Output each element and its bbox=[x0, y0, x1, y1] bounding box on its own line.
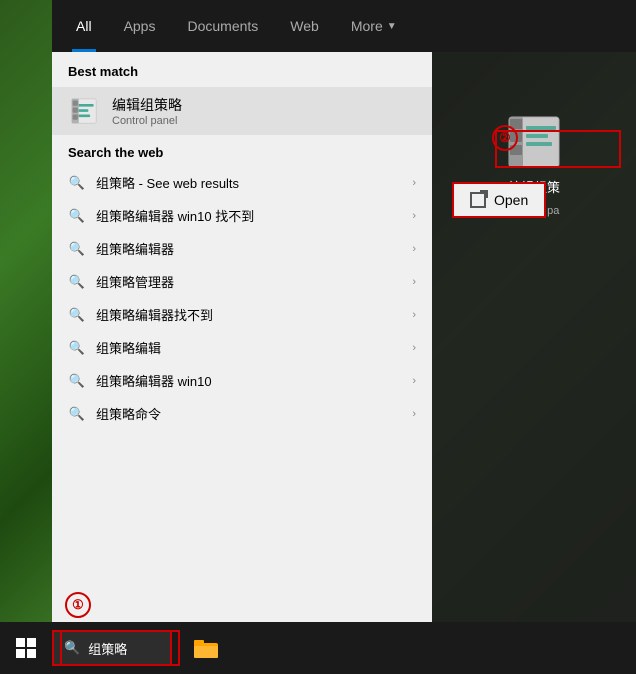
tab-all[interactable]: All bbox=[72, 0, 96, 52]
search-result-text: 组策略编辑器找不到 bbox=[96, 305, 402, 324]
search-result-item[interactable]: 🔍 组策略编辑 › bbox=[52, 331, 432, 364]
search-icon: 🔍 bbox=[68, 405, 86, 423]
search-result-item[interactable]: 🔍 组策略编辑器找不到 › bbox=[52, 298, 432, 331]
best-match-title: Best match bbox=[52, 52, 432, 87]
search-result-text: 组策略命令 bbox=[96, 404, 402, 423]
folder-icon bbox=[193, 637, 219, 659]
tab-apps[interactable]: Apps bbox=[120, 0, 160, 52]
search-icon: 🔍 bbox=[68, 372, 86, 390]
search-icon: 🔍 bbox=[68, 240, 86, 258]
search-result-item[interactable]: 🔍 组策略管理器 › bbox=[52, 265, 432, 298]
search-result-item[interactable]: 🔍 组策略编辑器 › bbox=[52, 232, 432, 265]
search-icon: 🔍 bbox=[68, 207, 86, 225]
search-icon: 🔍 bbox=[68, 339, 86, 357]
search-result-text: 组策略管理器 bbox=[96, 272, 402, 291]
main-content: Best match 编辑组策略 bbox=[52, 52, 636, 622]
search-icon: 🔍 bbox=[68, 273, 86, 291]
search-result-text: 组策略编辑器 win10 找不到 bbox=[96, 206, 402, 225]
open-label: Open bbox=[494, 192, 528, 208]
search-result-item[interactable]: 🔍 组策略 - See web results › bbox=[52, 166, 432, 199]
search-result-item[interactable]: 🔍 组策略编辑器 win10 找不到 › bbox=[52, 199, 432, 232]
best-match-subtitle: Control panel bbox=[112, 115, 182, 127]
search-web-title: Search the web bbox=[52, 135, 432, 166]
arrow-icon: › bbox=[412, 309, 416, 321]
taskbar-search-text: 组策略 bbox=[88, 639, 127, 658]
chevron-down-icon: ▼ bbox=[387, 21, 397, 32]
open-button[interactable]: Open bbox=[452, 182, 546, 218]
start-menu: All Apps Documents Web More ▼ Best match bbox=[52, 0, 636, 622]
file-explorer-button[interactable] bbox=[180, 622, 232, 674]
search-result-text: 组策略编辑器 win10 bbox=[96, 371, 402, 390]
arrow-icon: › bbox=[412, 342, 416, 354]
windows-icon bbox=[15, 637, 37, 659]
annotation-circle-2: ② bbox=[492, 125, 518, 151]
tab-web[interactable]: Web bbox=[286, 0, 323, 52]
arrow-icon: › bbox=[412, 408, 416, 420]
open-button-area: Open bbox=[452, 182, 546, 218]
nav-tabs: All Apps Documents Web More ▼ bbox=[52, 0, 636, 52]
search-result-item[interactable]: 🔍 组策略命令 › bbox=[52, 397, 432, 430]
search-result-text: 组策略编辑 bbox=[96, 338, 402, 357]
best-match-name: 编辑组策略 bbox=[112, 95, 182, 115]
start-button[interactable] bbox=[0, 622, 52, 674]
tab-more[interactable]: More ▼ bbox=[347, 0, 401, 52]
best-match-text: 编辑组策略 Control panel bbox=[112, 95, 182, 127]
open-window-icon bbox=[470, 192, 486, 208]
search-icon: 🔍 bbox=[68, 306, 86, 324]
arrow-icon: › bbox=[412, 375, 416, 387]
search-result-item[interactable]: 🔍 组策略编辑器 win10 › bbox=[52, 364, 432, 397]
taskbar-search-icon: 🔍 bbox=[64, 640, 80, 656]
search-icon: 🔍 bbox=[68, 174, 86, 192]
arrow-icon: › bbox=[412, 177, 416, 189]
tab-documents[interactable]: Documents bbox=[183, 0, 262, 52]
annotation-circle-1: ① bbox=[65, 592, 91, 618]
arrow-icon: › bbox=[412, 210, 416, 222]
search-result-text: 组策略编辑器 bbox=[96, 239, 402, 258]
right-panel: 编辑组策 Control pa Open bbox=[432, 52, 636, 622]
search-result-text: 组策略 - See web results bbox=[96, 173, 402, 192]
control-panel-icon bbox=[68, 95, 100, 127]
best-match-item[interactable]: 编辑组策略 Control panel bbox=[52, 87, 432, 135]
left-panel: Best match 编辑组策略 bbox=[52, 52, 432, 622]
taskbar: 🔍 组策略 bbox=[0, 622, 636, 674]
arrow-icon: › bbox=[412, 243, 416, 255]
taskbar-search-box[interactable]: 🔍 组策略 bbox=[52, 630, 172, 666]
arrow-icon: › bbox=[412, 276, 416, 288]
